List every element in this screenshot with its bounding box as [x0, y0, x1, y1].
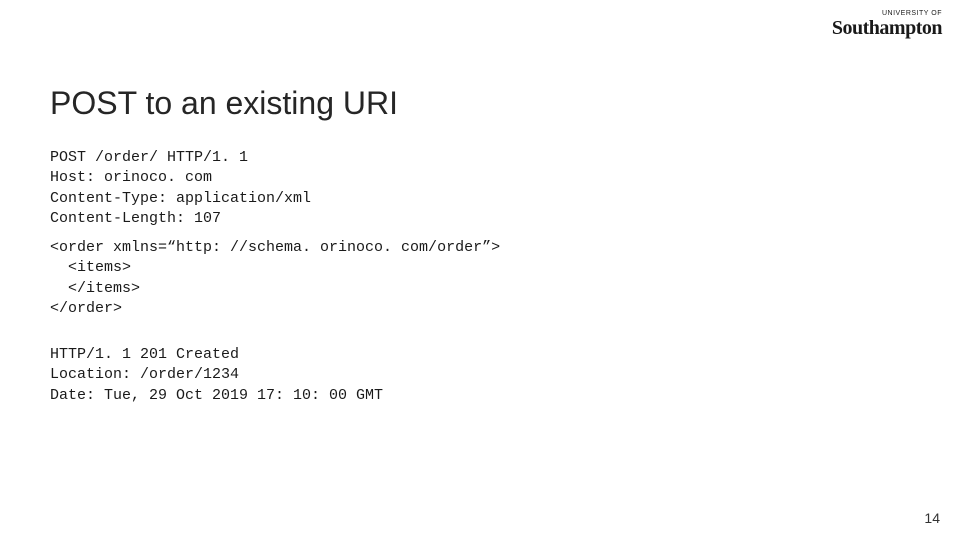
- http-request-body: <order xmlns=“http: //schema. orinoco. c…: [50, 238, 500, 319]
- page-number: 14: [924, 510, 940, 526]
- logo-overline: UNIVERSITY OF: [832, 10, 942, 17]
- logo: UNIVERSITY OF Southampton: [832, 10, 942, 38]
- http-response: HTTP/1. 1 201 Created Location: /order/1…: [50, 345, 383, 406]
- http-request-headers: POST /order/ HTTP/1. 1 Host: orinoco. co…: [50, 148, 311, 229]
- slide-title: POST to an existing URI: [50, 85, 398, 122]
- logo-main: Southampton: [832, 17, 942, 39]
